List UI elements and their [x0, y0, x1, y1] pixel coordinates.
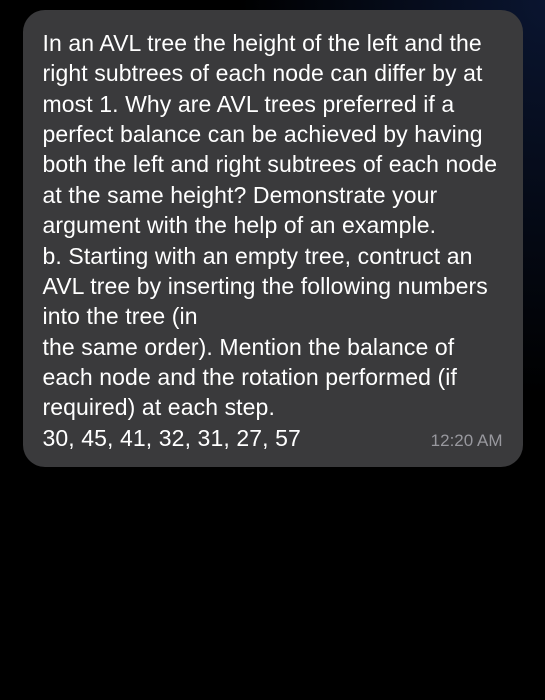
- message-text: In an AVL tree the height of the left an…: [43, 28, 503, 423]
- chat-message-bubble[interactable]: In an AVL tree the height of the left an…: [23, 10, 523, 467]
- message-last-line: 30, 45, 41, 32, 31, 27, 57: [43, 423, 301, 453]
- message-last-line-row: 30, 45, 41, 32, 31, 27, 57 12:20 AM: [43, 423, 503, 453]
- message-timestamp: 12:20 AM: [431, 431, 503, 451]
